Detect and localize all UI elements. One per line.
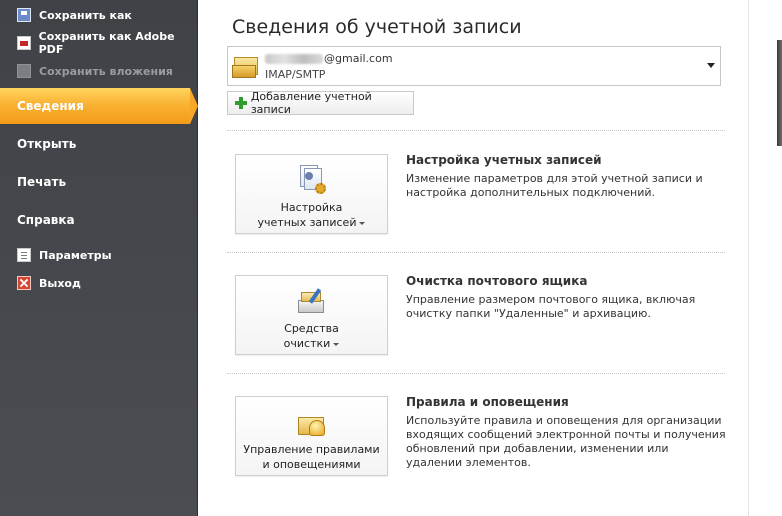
nav-open-label: Открыть [17, 137, 77, 151]
account-selector[interactable]: @gmail.com IMAP/SMTP [227, 46, 721, 86]
plus-icon [235, 97, 247, 109]
account-type: IMAP/SMTP [265, 68, 326, 81]
account-settings-title: Настройка учетных записей [406, 153, 602, 167]
account-settings-icon [295, 165, 329, 197]
nav-save-as-pdf-label: Сохранить как Adobe PDF [38, 30, 175, 56]
account-settings-label-line2: учетных записей [236, 215, 387, 230]
add-account-button[interactable]: Добавление учетной записи [227, 90, 414, 116]
mailbox-cleanup-title: Очистка почтового ящика [406, 274, 588, 288]
options-icon [17, 248, 31, 262]
account-settings-button-label: Настройка учетных записей [236, 200, 387, 230]
nav-help-label: Справка [17, 213, 75, 227]
account-settings-description: Изменение параметров для этой учетной за… [406, 172, 703, 199]
nav-save-attachments[interactable]: Сохранить вложения [0, 60, 198, 82]
mail-account-icon [232, 53, 260, 79]
cleanup-icon [295, 286, 329, 318]
chevron-down-icon[interactable] [707, 63, 715, 68]
rules-alerts-title: Правила и оповещения [406, 395, 569, 409]
rules-alerts-description: Используйте правила и оповещения для орг… [406, 414, 726, 469]
caret-down-icon [359, 221, 366, 225]
cleanup-tools-button[interactable]: Средства очистки [235, 275, 388, 355]
nav-save-as[interactable]: Сохранить как [0, 4, 198, 26]
pdf-icon [17, 36, 31, 50]
nav-save-as-pdf[interactable]: Сохранить как Adobe PDF [0, 30, 198, 56]
nav-options[interactable]: Параметры [0, 244, 198, 266]
account-info-panel: Сведения об учетной записи @gmail.com IM… [199, 0, 748, 516]
nav-open[interactable]: Открыть [0, 126, 198, 162]
nav-save-attachments-label: Сохранить вложения [39, 64, 173, 78]
mailbox-cleanup-description: Управление размером почтового ящика, вкл… [406, 293, 696, 320]
save-as-icon [17, 8, 31, 22]
account-settings-label-line1: Настройка [280, 201, 343, 214]
cleanup-tools-button-label: Средства очистки [236, 321, 387, 351]
nav-help[interactable]: Справка [0, 202, 198, 238]
nav-exit[interactable]: Выход [0, 272, 198, 294]
nav-print[interactable]: Печать [0, 164, 198, 200]
nav-info-label: Сведения [17, 99, 84, 113]
account-settings-button[interactable]: Настройка учетных записей [235, 154, 388, 234]
attachment-icon [17, 64, 31, 78]
nav-info[interactable]: Сведения [0, 88, 198, 124]
cleanup-label-line2: очистки [236, 336, 387, 351]
cleanup-label-line2-text: очистки [283, 337, 331, 350]
preview-thumbnail [777, 40, 782, 146]
redacted-username [265, 54, 323, 64]
exit-icon [17, 276, 31, 290]
nav-exit-label: Выход [39, 276, 81, 290]
add-account-label: Добавление учетной записи [250, 90, 372, 116]
manage-rules-button-label: Управление правилами и оповещениями [236, 442, 387, 472]
account-email: @gmail.com [265, 52, 393, 65]
page-title: Сведения об учетной записи [232, 16, 522, 38]
backstage-nav: Сохранить как Сохранить как Adobe PDF Со… [0, 0, 198, 516]
caret-down-icon [333, 342, 340, 346]
preview-pane [748, 0, 782, 516]
manage-rules-label-line2: и оповещениями [262, 458, 361, 471]
nav-options-label: Параметры [39, 248, 112, 262]
nav-print-label: Печать [17, 175, 67, 189]
rules-alerts-icon [295, 407, 329, 439]
divider [227, 252, 725, 253]
account-settings-label-line2-text: учетных записей [257, 216, 357, 229]
manage-rules-button[interactable]: Управление правилами и оповещениями [235, 396, 388, 476]
cleanup-label-line1: Средства [284, 322, 339, 335]
divider [227, 373, 725, 374]
nav-save-as-label: Сохранить как [39, 8, 132, 22]
manage-rules-label-line1: Управление правилами [243, 443, 380, 456]
account-email-suffix: @gmail.com [324, 52, 393, 65]
divider [227, 130, 725, 131]
